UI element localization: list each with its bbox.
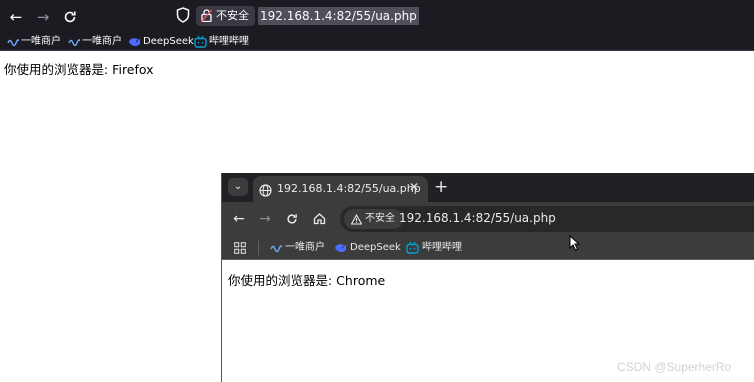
chrome-page-text: 你使用的浏览器是: Chrome [228,273,386,288]
watermark-text: CSDN @SuperherRo [617,360,732,374]
chrome-tab-strip: ⌄ 192.168.1.4:82/55/ua.php ✕ + [222,173,754,202]
deepseek-whale-icon [128,35,141,54]
reload-icon[interactable] [283,210,301,228]
insecure-label: 不安全 [216,9,249,22]
apps-grid-icon[interactable] [234,241,246,255]
firefox-bookmark-bilibili[interactable]: 哔哩哔哩 [194,35,249,49]
warning-triangle-icon [350,213,363,233]
insecure-connection-chip[interactable]: 不安全 [344,209,403,229]
firefox-address-bar[interactable]: 不安全 192.168.1.4:82/55/ua.php [170,4,754,28]
back-arrow-icon[interactable]: ← [6,7,26,27]
chrome-bookmark-1[interactable]: 一唯商户 [270,241,325,255]
firefox-url-text[interactable]: 192.168.1.4:82/55/ua.php [258,7,419,25]
chrome-window: ⌄ 192.168.1.4:82/55/ua.php ✕ + ← → 不安全 1 [221,173,754,382]
reload-icon[interactable] [60,7,80,27]
chrome-bookmark-bilibili[interactable]: 哔哩哔哩 [406,241,462,255]
back-arrow-icon[interactable]: ← [230,210,248,228]
firefox-bookmark-1[interactable]: 一唯商户 [7,35,61,49]
wave-logo-icon [68,35,81,54]
new-tab-plus-icon[interactable]: + [434,177,448,197]
tab-close-icon[interactable]: ✕ [409,180,419,194]
firefox-page-text: 你使用的浏览器是: Firefox [4,62,154,77]
bilibili-tv-icon [406,241,419,260]
firefox-bookmark-2[interactable]: 一唯商户 [68,35,122,49]
bilibili-tv-icon [194,35,207,54]
chrome-bookmarks-bar: 一唯商户 DeepSeek 哔哩哔哩 [222,236,754,260]
insecure-label: 不安全 [365,213,395,224]
wave-logo-icon [7,35,20,54]
chrome-active-tab[interactable]: 192.168.1.4:82/55/ua.php ✕ [253,176,428,202]
chrome-url-text[interactable]: 192.168.1.4:82/55/ua.php [399,211,556,225]
chrome-bookmark-deepseek[interactable]: DeepSeek [334,241,401,255]
tracking-protection-shield-icon[interactable] [176,7,192,25]
forward-arrow-icon[interactable]: → [33,7,53,27]
wave-logo-icon [270,241,283,260]
chrome-omnibox[interactable]: 不安全 192.168.1.4:82/55/ua.php [340,206,754,232]
home-icon[interactable] [310,210,328,228]
deepseek-whale-icon [334,241,347,260]
insecure-lock-icon [201,9,212,29]
mouse-cursor-icon [569,234,581,255]
globe-icon [259,182,272,201]
insecure-connection-badge[interactable]: 不安全 [196,6,255,26]
tab-search-chevron-icon[interactable]: ⌄ [228,178,248,196]
tab-title: 192.168.1.4:82/55/ua.php [277,182,421,195]
chrome-toolbar: ← → 不安全 192.168.1.4:82/55/ua.php [222,202,754,236]
firefox-bookmark-deepseek[interactable]: DeepSeek [128,35,194,49]
bookmarks-divider [258,241,259,255]
forward-arrow-icon[interactable]: → [256,210,274,228]
firefox-toolbar: ← → 不安全 192.168.1.4:82/55/ua.php [0,0,754,33]
